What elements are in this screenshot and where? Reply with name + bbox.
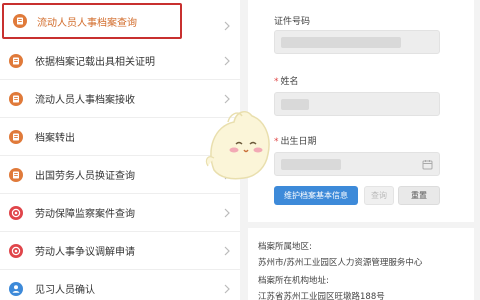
menu-item-label: 档案转出 [35, 133, 75, 144]
query-form: 证件号码 * 姓名 * 出生日期 维护档案基本信息 查询 重置 档案所属地区: 苏州… [248, 0, 474, 300]
doc-icon [9, 167, 23, 182]
doc-icon [13, 14, 27, 28]
name-value-redacted [281, 99, 309, 110]
address-value: 江苏省苏州工业园区旺墩路188号 [258, 292, 385, 300]
menu-item-label: 见习人员确认 [35, 285, 95, 296]
menu-item-archive-query[interactable]: 流动人员人事档案查询 [2, 3, 182, 39]
address-label: 档案所在机构地址: [258, 276, 329, 286]
dob-label: * 出生日期 [274, 137, 317, 147]
menu-item-dispute-mediation[interactable]: 劳动人事争议调解申请 [0, 232, 240, 270]
section-divider [248, 222, 474, 228]
menu-item-label: 依据档案记载出具相关证明 [35, 57, 155, 68]
menu-item-label: 流动人员人事档案接收 [35, 95, 135, 106]
target-icon [9, 243, 23, 258]
dob-input[interactable] [274, 152, 440, 176]
menu-item-label: 劳动保障监察案件查询 [35, 209, 135, 220]
region-label: 档案所属地区: [258, 242, 312, 252]
chevron-right-icon [222, 208, 232, 218]
name-label: * 姓名 [274, 77, 299, 87]
menu-item-label: 劳动人事争议调解申请 [35, 247, 135, 258]
doc-icon [9, 91, 23, 106]
chevron-right-icon [222, 284, 232, 294]
reset-button[interactable]: 重置 [398, 186, 440, 205]
menu-item-label: 出国劳务人员换证查询 [35, 171, 135, 182]
chevron-right-icon [222, 246, 232, 256]
chevron-right-icon [222, 16, 232, 31]
dob-value-redacted [281, 159, 341, 170]
user-icon [9, 281, 23, 296]
menu-item-label: 流动人员人事档案查询 [37, 17, 137, 29]
target-icon [9, 205, 23, 220]
name-input[interactable] [274, 92, 440, 116]
search-button[interactable]: 查询 [364, 186, 394, 205]
maintain-archive-button[interactable]: 维护档案基本信息 [274, 186, 358, 205]
id-number-label: 证件号码 [274, 17, 311, 27]
doc-icon [9, 53, 23, 68]
calendar-icon[interactable] [422, 159, 433, 170]
chevron-right-icon [222, 56, 232, 66]
menu-item-certificate[interactable]: 依据档案记载出具相关证明 [0, 42, 240, 80]
region-value: 苏州市/苏州工业园区人力资源管理服务中心 [258, 258, 423, 268]
id-number-input[interactable] [274, 30, 440, 54]
menu-item-labor-inspection[interactable]: 劳动保障监察案件查询 [0, 194, 240, 232]
mascot-sticker [200, 100, 280, 190]
id-number-value-redacted [281, 37, 401, 48]
doc-icon [9, 129, 23, 144]
menu-item-trainee-confirm[interactable]: 见习人员确认 [0, 270, 240, 300]
